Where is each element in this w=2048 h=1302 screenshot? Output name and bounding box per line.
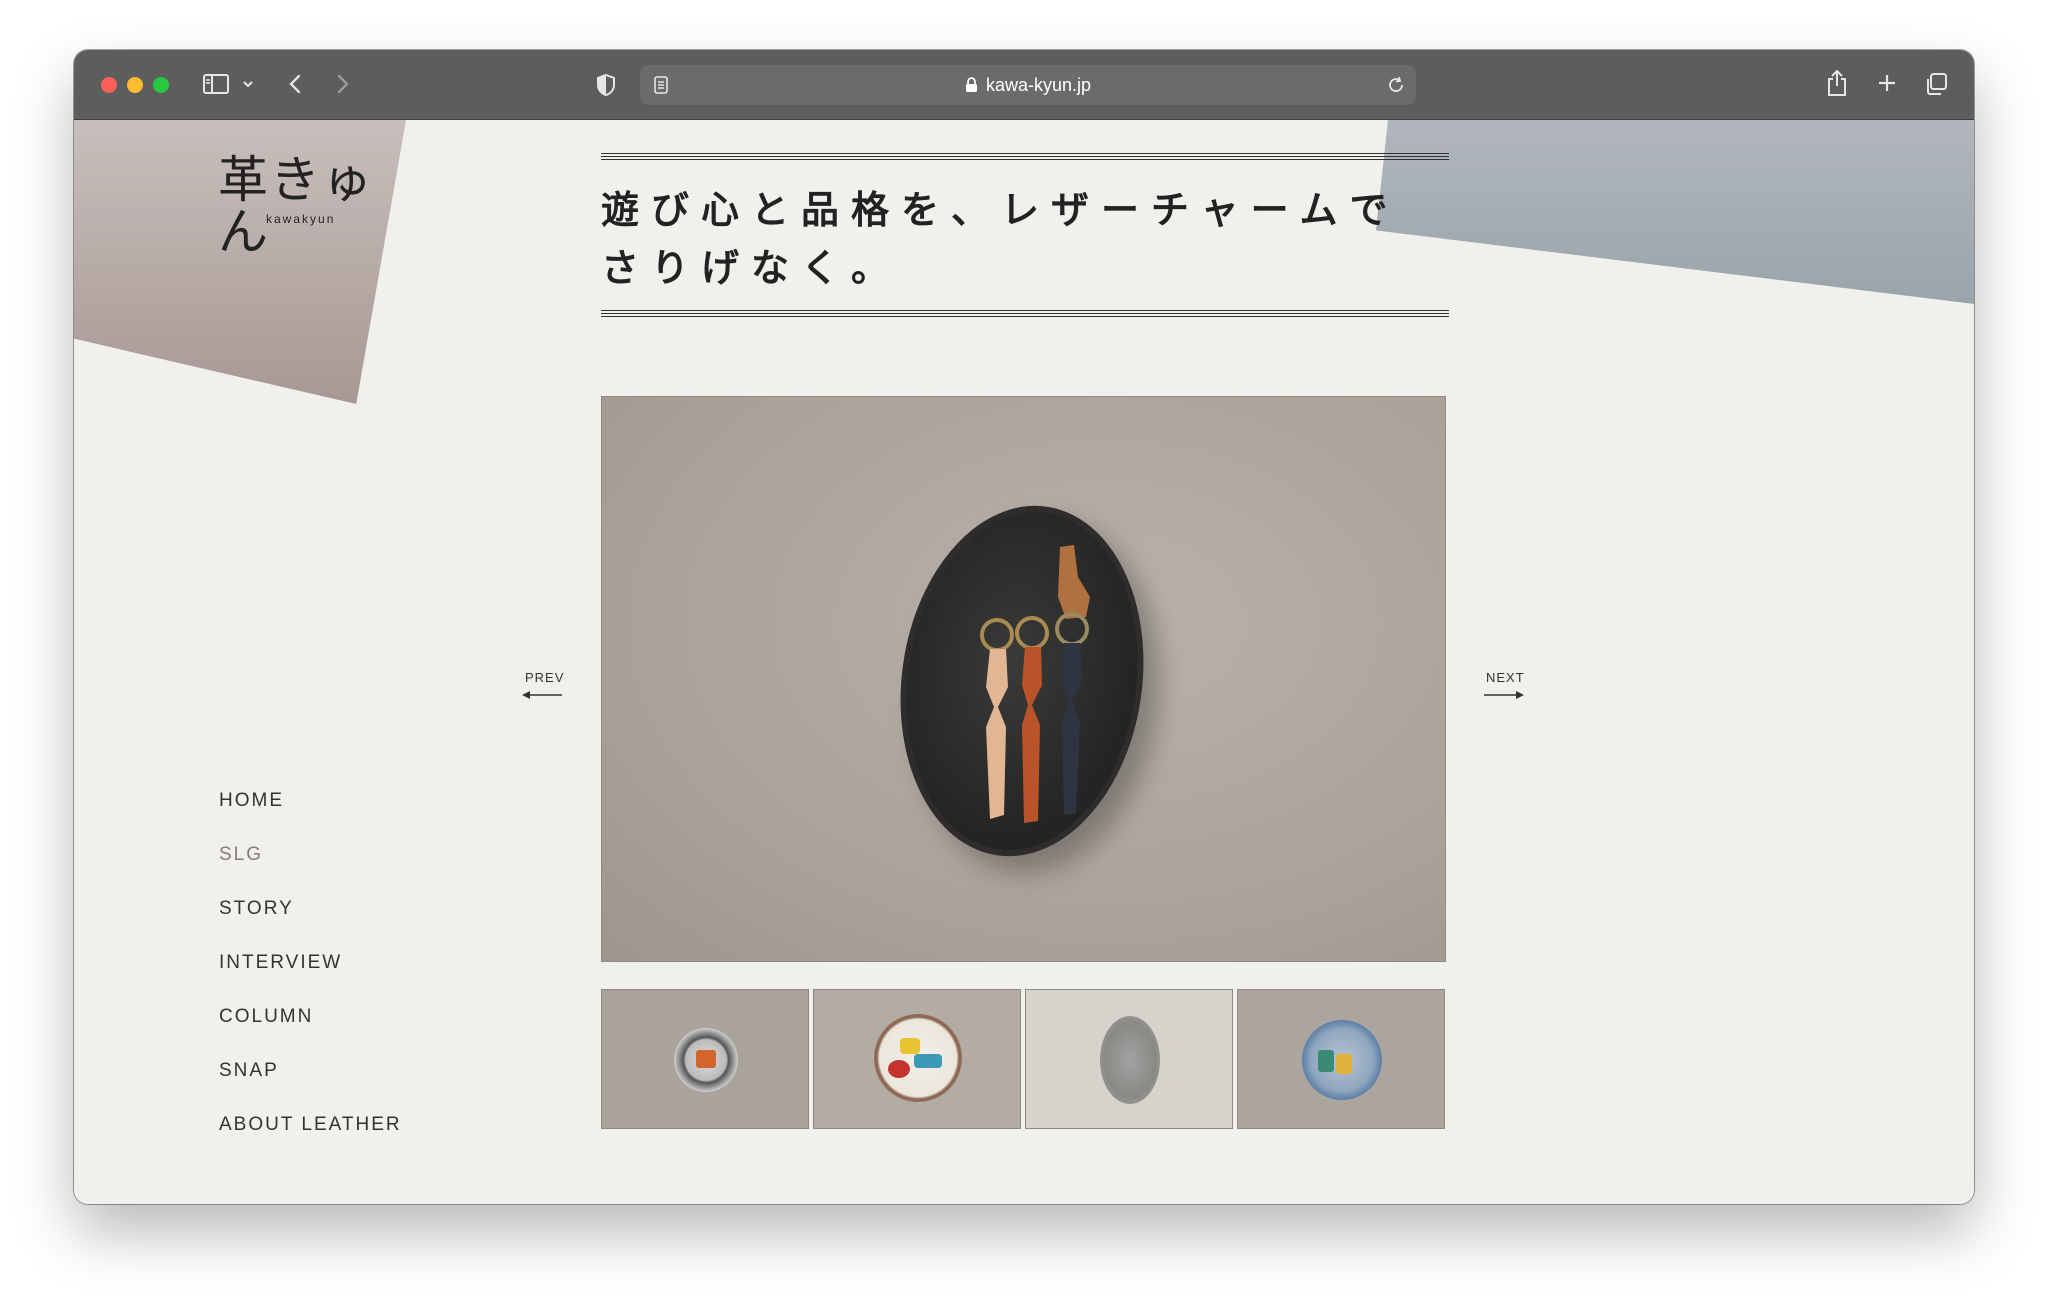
nav-item-column[interactable]: COLUMN xyxy=(219,1006,402,1060)
thumbnail-strip xyxy=(601,989,1446,1129)
web-page: 革きゅん kawakyun 遊び心と品格を、レザーチャームでさりげなく。 PRE… xyxy=(74,120,1974,1204)
logo-main-text: 革きゅん xyxy=(218,151,374,261)
privacy-shield-icon[interactable] xyxy=(594,72,618,98)
leather-charms-illustration xyxy=(980,545,1090,823)
thumbnail-2[interactable] xyxy=(813,989,1021,1129)
lock-icon xyxy=(965,77,978,93)
sidebar-toggle-icon[interactable] xyxy=(202,72,230,96)
thumbnail-3[interactable] xyxy=(1025,989,1233,1129)
page-headline: 遊び心と品格を、レザーチャームでさりげなく。 xyxy=(601,187,1400,290)
back-arrow-icon[interactable] xyxy=(284,72,308,96)
zoom-window-button[interactable] xyxy=(153,77,169,93)
prev-label[interactable]: PREV xyxy=(525,670,564,685)
nav-item-story[interactable]: STORY xyxy=(219,898,402,952)
tab-overview-icon[interactable] xyxy=(1922,70,1950,98)
forward-arrow-icon[interactable] xyxy=(330,72,354,96)
nav-item-about-leather[interactable]: ABOUT LEATHER xyxy=(219,1114,402,1168)
thumbnail-1[interactable] xyxy=(601,989,809,1129)
nav-item-slg[interactable]: SLG xyxy=(219,844,402,898)
browser-window: kawa-kyun.jp 革きゅん kawakyun 遊び心と品格を、レザーチャ… xyxy=(74,50,1974,1204)
main-product-image xyxy=(601,396,1446,962)
nav-item-snap[interactable]: SNAP xyxy=(219,1060,402,1114)
share-icon[interactable] xyxy=(1824,68,1850,98)
new-tab-icon[interactable] xyxy=(1874,70,1900,96)
logo-sub-text: kawakyun xyxy=(266,212,336,226)
next-arrow-icon[interactable] xyxy=(1484,686,1524,699)
next-label[interactable]: NEXT xyxy=(1486,670,1525,685)
site-logo[interactable]: 革きゅん kawakyun xyxy=(218,154,388,258)
headline-frame: 遊び心と品格を、レザーチャームでさりげなく。 xyxy=(601,153,1449,317)
nav-item-home[interactable]: HOME xyxy=(219,790,402,844)
browser-toolbar: kawa-kyun.jp xyxy=(74,50,1974,120)
thumbnail-4[interactable] xyxy=(1237,989,1445,1129)
reload-icon[interactable] xyxy=(1386,75,1406,95)
nav-item-interview[interactable]: INTERVIEW xyxy=(219,952,402,1006)
side-navigation: HOME SLG STORY INTERVIEW COLUMN SNAP ABO… xyxy=(219,790,402,1168)
minimize-window-button[interactable] xyxy=(127,77,143,93)
decorative-shape-right xyxy=(1376,120,1974,304)
chevron-down-icon[interactable] xyxy=(240,76,256,92)
prev-arrow-icon[interactable] xyxy=(522,686,562,699)
url-text: kawa-kyun.jp xyxy=(985,74,1092,95)
address-bar[interactable]: kawa-kyun.jp xyxy=(640,65,1416,105)
close-window-button[interactable] xyxy=(101,77,117,93)
